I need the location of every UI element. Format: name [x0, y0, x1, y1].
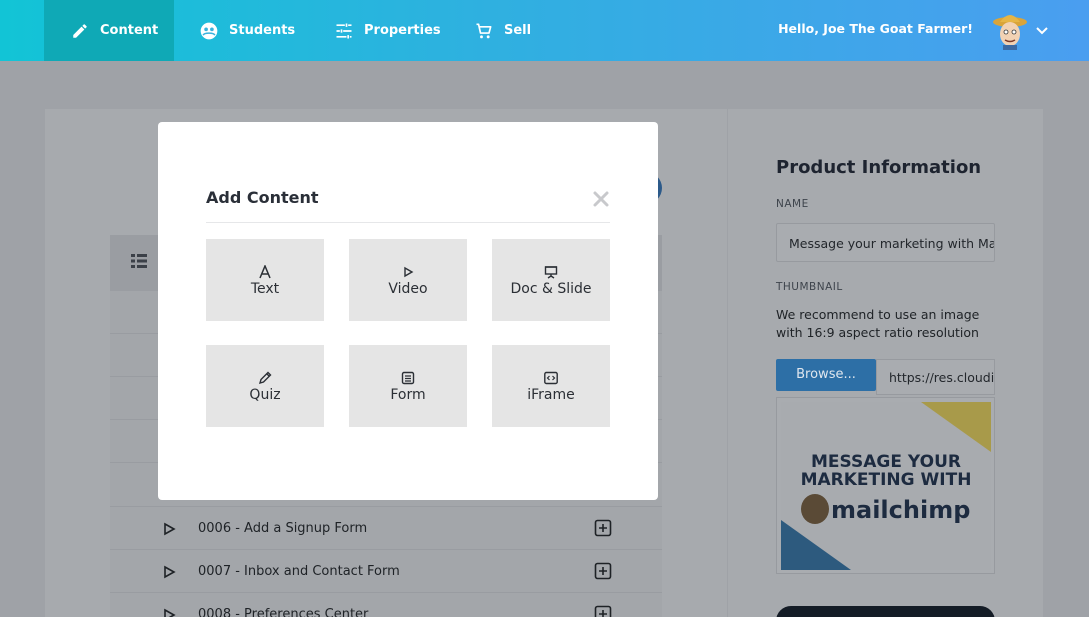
- add-video-option[interactable]: Video: [349, 239, 467, 321]
- user-greeting: Hello, Joe The Goat Farmer!: [778, 21, 973, 36]
- modal-title: Add Content: [206, 188, 319, 207]
- nav-content[interactable]: Content: [44, 0, 174, 61]
- avatar[interactable]: [992, 12, 1028, 50]
- text-icon: [258, 264, 272, 279]
- nav-students-label: Students: [229, 23, 296, 38]
- option-label: Quiz: [249, 387, 281, 403]
- lesson-title: 0006 - Add a Signup Form: [198, 521, 368, 536]
- nav-content-label: Content: [100, 23, 159, 38]
- play-icon[interactable]: [162, 521, 176, 536]
- nav-properties-label: Properties: [364, 23, 441, 38]
- thumbnail-note: We recommend to use an image with 16:9 a…: [776, 307, 980, 340]
- list-item[interactable]: 0006 - Add a Signup Form: [110, 507, 662, 550]
- name-label: NAME: [776, 198, 809, 210]
- add-iframe-option[interactable]: iFrame: [492, 345, 610, 427]
- chevron-down-icon[interactable]: [1034, 22, 1050, 38]
- top-navigation-bar: Content Students Properties Sell Hello, …: [0, 0, 1089, 61]
- add-content-modal: Add Content Text Video Doc & Slide Quiz …: [158, 122, 658, 500]
- browse-button[interactable]: Browse...: [776, 359, 876, 391]
- product-name-field[interactable]: Message your marketing with Mailchimp: [776, 223, 995, 262]
- thumbnail-preview: MESSAGE YOUR MARKETING WITH mailchimp: [776, 397, 995, 574]
- play-icon[interactable]: [162, 607, 176, 617]
- option-label: Video: [388, 281, 428, 297]
- add-form-option[interactable]: Form: [349, 345, 467, 427]
- thumbnail-headline-1: MESSAGE YOUR: [811, 452, 961, 472]
- thumbnail-label: THUMBNAIL: [776, 281, 843, 293]
- play-icon[interactable]: [162, 564, 176, 579]
- option-label: Doc & Slide: [510, 281, 592, 297]
- thumbnail-url-field[interactable]: https://res.cloudinary.com: [876, 359, 995, 395]
- option-label: Text: [250, 281, 280, 297]
- lesson-title: 0007 - Inbox and Contact Form: [198, 564, 400, 579]
- add-quiz-option[interactable]: Quiz: [206, 345, 324, 427]
- sliders-icon: [334, 21, 354, 41]
- option-label: iFrame: [527, 387, 575, 403]
- product-info-title: Product Information: [776, 157, 982, 178]
- thumbnail-headline-2: MARKETING WITH: [800, 470, 972, 490]
- form-icon: [401, 370, 415, 385]
- list-item[interactable]: 0008 - Preferences Center: [110, 593, 662, 617]
- lesson-title: 0008 - Preferences Center: [198, 607, 369, 617]
- save-button[interactable]: [776, 606, 995, 617]
- modal-divider: [206, 222, 610, 223]
- pencil-icon: [70, 21, 90, 41]
- nav-sell-label: Sell: [504, 23, 532, 38]
- play-icon: [401, 264, 415, 278]
- pencil-icon: [258, 370, 272, 385]
- add-icon[interactable]: [594, 605, 612, 617]
- list-item[interactable]: 0007 - Inbox and Contact Form: [110, 550, 662, 593]
- nav-sell[interactable]: Sell: [474, 0, 531, 61]
- add-text-option[interactable]: Text: [206, 239, 324, 321]
- option-label: Form: [390, 387, 426, 403]
- code-icon: [544, 370, 558, 385]
- add-doc-slide-option[interactable]: Doc & Slide: [492, 239, 610, 321]
- add-icon[interactable]: [594, 519, 612, 537]
- nav-students[interactable]: Students: [199, 0, 295, 61]
- thumbnail-image: MESSAGE YOUR MARKETING WITH mailchimp: [781, 402, 991, 570]
- mailchimp-logo-icon: [801, 494, 829, 524]
- cart-icon: [474, 21, 494, 41]
- list-view-icon[interactable]: [130, 252, 148, 270]
- add-icon[interactable]: [594, 562, 612, 580]
- students-icon: [199, 21, 219, 41]
- nav-properties[interactable]: Properties: [334, 0, 441, 61]
- presentation-icon: [544, 264, 558, 279]
- close-icon[interactable]: [592, 190, 610, 208]
- thumbnail-brand: mailchimp: [831, 496, 971, 524]
